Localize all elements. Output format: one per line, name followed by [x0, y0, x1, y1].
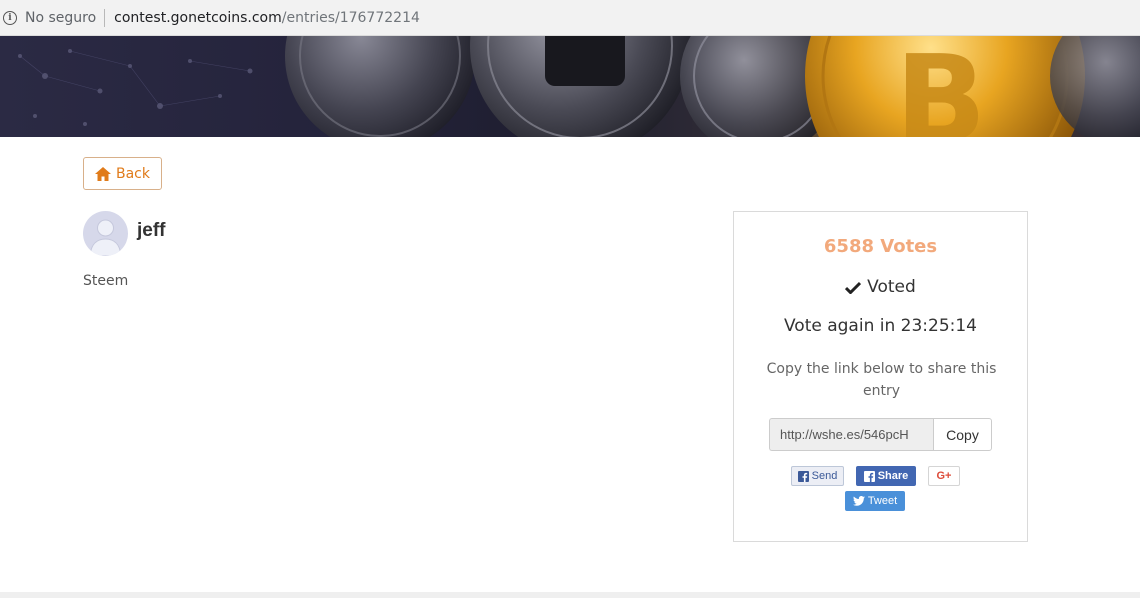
twitter-icon [852, 496, 865, 506]
google-plus-button[interactable]: G+ [928, 466, 960, 486]
url-host: contest.gonetcoins.com [114, 9, 282, 26]
url-path: /entries/176772214 [281, 9, 420, 26]
vote-count: 6588 Votes [823, 236, 938, 257]
coins-illustration: B [18, 36, 1140, 137]
avatar [83, 211, 128, 256]
address-separator [104, 8, 106, 27]
browser-address-bar: i No seguro contest.gonetcoins.com/entri… [0, 0, 1140, 36]
vote-panel: 6588 Votes Voted Vote again in 23:25:14 … [733, 211, 1028, 542]
send-label: Send [811, 470, 838, 482]
vote-again-timer: Vote again in 23:25:14 [783, 316, 978, 336]
voted-label: Voted [867, 277, 916, 297]
share-label: Share [877, 470, 909, 482]
share-link-input[interactable] [769, 418, 933, 451]
facebook-icon [863, 470, 875, 482]
home-icon [95, 166, 111, 181]
copy-hint: Copy the link below to share this entry [766, 361, 997, 399]
copy-button[interactable]: Copy [933, 418, 992, 451]
facebook-send-button[interactable]: Send [791, 466, 844, 486]
url-field[interactable]: contest.gonetcoins.com/entries/176772214 [114, 10, 420, 26]
hero-banner: B [0, 36, 1140, 137]
info-icon[interactable]: i [3, 10, 17, 25]
check-icon [845, 281, 862, 294]
user-placeholder-icon [89, 219, 122, 256]
share-link-group: Copy [769, 418, 992, 451]
facebook-icon [797, 470, 809, 482]
entrant-name: jeff [137, 220, 166, 241]
footer-divider [0, 592, 1140, 598]
back-button[interactable]: Back [83, 157, 162, 190]
entry-description: Steem [83, 273, 129, 289]
security-label[interactable]: No seguro [25, 10, 96, 26]
svg-text:B: B [895, 36, 986, 137]
voted-status: Voted [734, 277, 1027, 297]
back-label: Back [116, 165, 150, 182]
tweet-button[interactable]: Tweet [845, 491, 905, 511]
tweet-label: Tweet [867, 495, 898, 507]
facebook-share-button[interactable]: Share [856, 466, 916, 486]
